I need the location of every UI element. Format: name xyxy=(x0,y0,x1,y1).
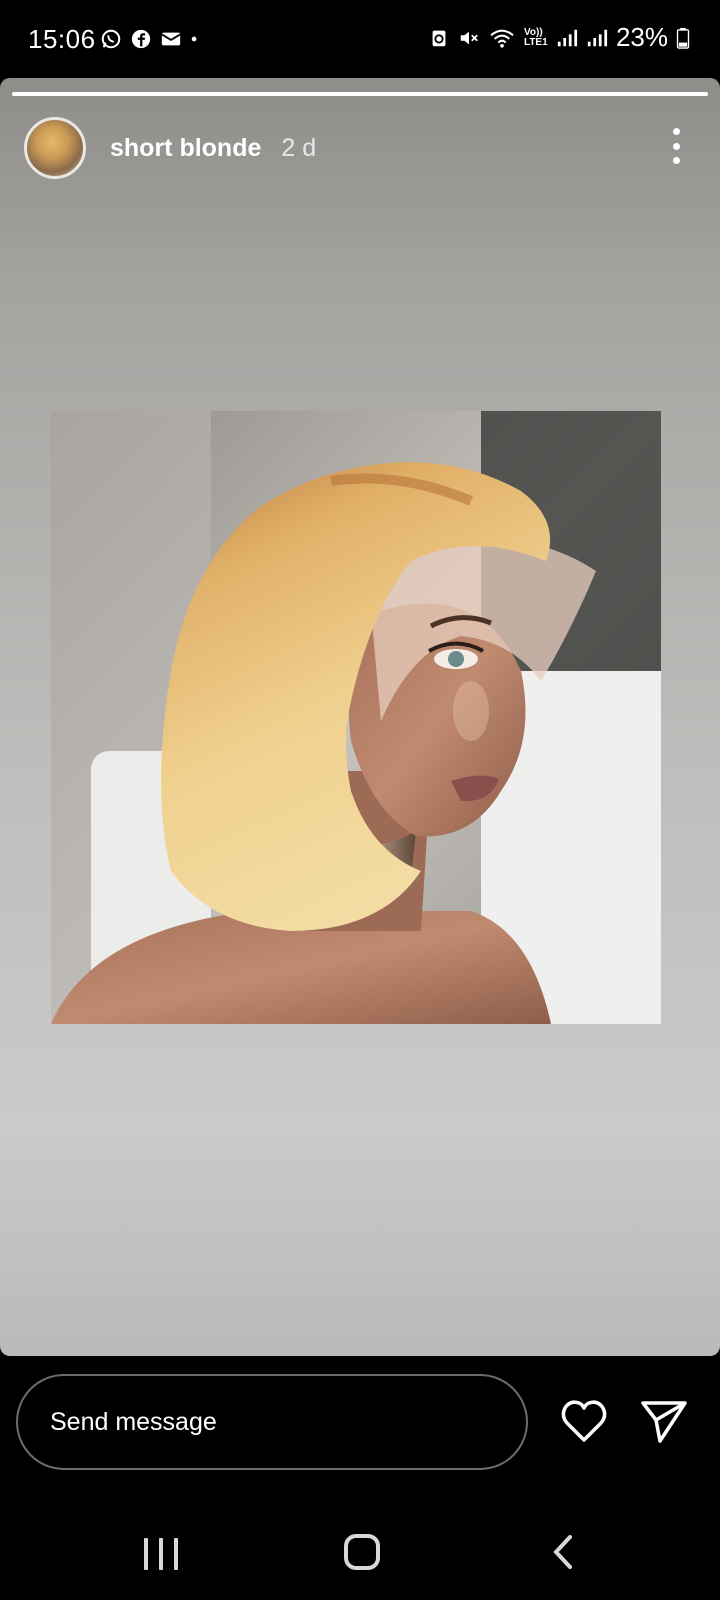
story-progress-fill xyxy=(12,92,708,96)
home-icon[interactable] xyxy=(344,1534,380,1570)
back-icon[interactable] xyxy=(548,1534,578,1570)
send-icon[interactable] xyxy=(640,1398,688,1444)
more-options-icon[interactable] xyxy=(666,126,686,166)
heart-icon[interactable] xyxy=(560,1398,608,1444)
status-bar: 15:06 Vo)) LTE1 23% xyxy=(0,0,720,78)
notification-icons xyxy=(100,28,204,50)
data-saver-icon xyxy=(432,30,446,46)
wifi-icon xyxy=(490,29,514,48)
story-time-ago: 2 d xyxy=(281,133,317,162)
signal-icon-2 xyxy=(587,29,608,46)
system-icons: Vo)) LTE1 23% xyxy=(428,22,690,53)
battery-icon xyxy=(676,27,690,49)
battery-percentage: 23% xyxy=(615,22,668,52)
status-time: 15:06 xyxy=(28,24,96,54)
whatsapp-icon xyxy=(101,29,121,49)
story-progress-bar xyxy=(12,92,708,96)
signal-icon xyxy=(557,29,578,46)
mute-icon xyxy=(460,31,478,44)
facebook-icon xyxy=(131,29,151,49)
dot-icon xyxy=(191,36,197,42)
send-message-input[interactable] xyxy=(16,1374,528,1470)
bottom-bar xyxy=(0,1356,720,1600)
volte-icon: Vo)) LTE1 xyxy=(523,26,548,48)
mail-icon xyxy=(161,32,181,46)
story-username[interactable]: short blonde xyxy=(110,134,261,163)
avatar[interactable] xyxy=(24,117,86,179)
story-viewer[interactable]: short blonde 2 d xyxy=(0,78,720,1356)
story-photo xyxy=(51,411,661,1024)
recents-icon[interactable] xyxy=(144,1538,178,1570)
story-header: short blonde 2 d xyxy=(24,116,316,180)
